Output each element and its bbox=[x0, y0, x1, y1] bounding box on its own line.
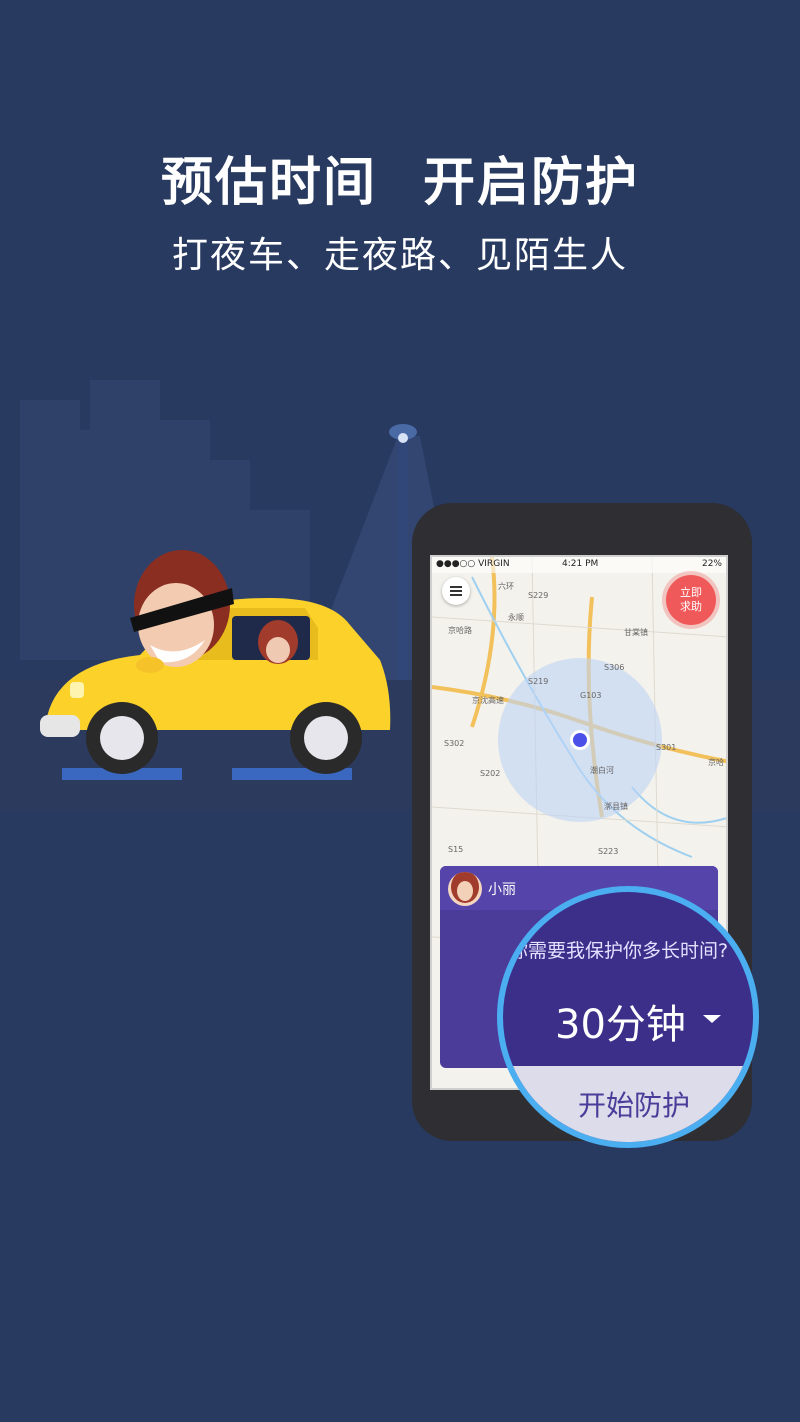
headline-estimate-time: 预估时间 bbox=[160, 153, 377, 213]
magnifier-callout: 你需要我保护你多长时间? 30分钟 开始防护 bbox=[497, 886, 759, 1148]
menu-icon bbox=[450, 590, 462, 592]
carrier-label: ●●●○○ VIRGIN bbox=[436, 559, 510, 569]
map-label: S219 bbox=[528, 677, 549, 686]
map-label: S15 bbox=[448, 845, 464, 854]
map-label: S202 bbox=[480, 769, 501, 778]
sos-label-line1: 立即 bbox=[680, 586, 702, 599]
map-label: S301 bbox=[656, 743, 677, 752]
map-label: S306 bbox=[604, 663, 625, 672]
battery-label: 22% bbox=[701, 559, 722, 569]
avatar bbox=[448, 872, 482, 906]
subheadline: 打夜车、走夜路、见陌生人 bbox=[171, 235, 628, 276]
headline-enable-protection: 开启防护 bbox=[423, 153, 640, 213]
contact-name: 小丽 bbox=[488, 882, 516, 898]
map-label: S229 bbox=[528, 591, 549, 600]
map-label: 永顺 bbox=[508, 613, 524, 622]
sos-label-line2: 求助 bbox=[680, 600, 702, 613]
menu-button[interactable] bbox=[442, 577, 470, 605]
start-protection-button[interactable]: 开始防护 bbox=[503, 1066, 753, 1142]
map-label: 甘棠镇 bbox=[624, 628, 648, 637]
status-bar: ●●●○○ VIRGIN 4:21 PM 22% bbox=[432, 557, 726, 573]
clock-label: 4:21 PM bbox=[562, 559, 599, 569]
headline: 预估时间 开启防护 bbox=[0, 140, 800, 215]
map-label: 京哈 bbox=[708, 758, 724, 767]
dropdown-caret-icon[interactable] bbox=[703, 1015, 721, 1023]
map-label: S302 bbox=[444, 739, 465, 748]
map-label: 京哈路 bbox=[448, 626, 472, 635]
map-label: G103 bbox=[580, 691, 602, 700]
map-label: 漷县镇 bbox=[604, 802, 628, 811]
protection-duration-question: 你需要我保护你多长时间? bbox=[509, 940, 729, 962]
menu-icon bbox=[450, 594, 462, 596]
map-label: 潮白河 bbox=[590, 766, 614, 775]
menu-icon bbox=[450, 586, 462, 588]
sos-button[interactable]: 立即 求助 bbox=[666, 575, 716, 625]
map-label: 京沈高速 bbox=[472, 696, 504, 705]
map-label: 六环 bbox=[498, 582, 514, 591]
map-label: S223 bbox=[598, 847, 619, 856]
duration-select[interactable]: 30分钟 bbox=[555, 992, 686, 1050]
